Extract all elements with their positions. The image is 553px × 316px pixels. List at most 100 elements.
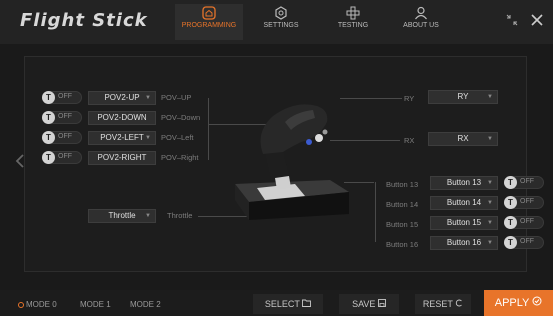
user-icon (415, 6, 427, 20)
chevron-down-icon: ▼ (487, 180, 493, 186)
dropdown-value: Button 16 (446, 238, 482, 247)
radio-selected-icon (18, 301, 24, 308)
mode-1-button[interactable]: MODE 1 (80, 300, 111, 309)
dropdown-value: POV2-LEFT (100, 133, 144, 142)
tab-settings-label: SETTINGS (263, 22, 299, 29)
dropdown-value: POV2-UP (104, 93, 140, 102)
toggle-button-15[interactable]: T OFF (504, 216, 544, 229)
button-13-select[interactable]: Button 13 ▼ (430, 176, 498, 190)
toggle-state: OFF (520, 238, 534, 245)
button-13-label: Button 13 (386, 180, 419, 189)
button-select-pov-up[interactable]: POV2-UP ▼ (88, 91, 156, 105)
ry-label: RY (404, 94, 415, 103)
tab-settings[interactable]: SETTINGS (253, 4, 309, 40)
select-label: SELECT (264, 299, 300, 309)
rx-label: RX (404, 136, 415, 145)
toggle-knob: T (504, 196, 517, 209)
folder-icon (302, 299, 312, 307)
restore-icon[interactable] (506, 14, 518, 26)
connector-line (208, 98, 209, 160)
mode-0-button[interactable]: MODE 0 (18, 300, 57, 309)
reset-button[interactable]: RESET (415, 294, 471, 314)
ry-select[interactable]: RY ▼ (428, 90, 498, 104)
dropdown-value: POV2-DOWN (97, 113, 147, 122)
apply-button[interactable]: APPLY (484, 290, 553, 316)
button-select-pov-right[interactable]: POV2-RIGHT (88, 151, 156, 165)
button-14-select[interactable]: Button 14 ▼ (430, 196, 498, 210)
tab-programming-label: PROGRAMMING (181, 22, 237, 29)
toggle-knob: T (504, 216, 517, 229)
toggle-button-13[interactable]: T OFF (504, 176, 544, 189)
chevron-left-icon[interactable] (14, 153, 26, 169)
toggle-knob: T (42, 91, 55, 104)
toggle-button-14[interactable]: T OFF (504, 196, 544, 209)
button-16-label: Button 16 (386, 240, 419, 249)
tab-about-us[interactable]: ABOUT US (393, 4, 449, 40)
chevron-down-icon: ▼ (487, 220, 493, 226)
dropdown-value: Button 14 (446, 198, 482, 207)
toggle-state: OFF (58, 153, 72, 160)
gamepad-icon (346, 6, 360, 20)
dropdown-value: POV2-RIGHT (97, 153, 147, 162)
toggle-knob: T (42, 111, 55, 124)
toggle-knob: T (42, 131, 55, 144)
header-bar: Flight Stick PROGRAMMING SETTINGS TESTIN… (0, 0, 553, 44)
pov-up-label: POV–UP (161, 93, 192, 102)
chevron-down-icon: ▼ (487, 136, 493, 142)
chevron-down-icon: ▼ (487, 200, 493, 206)
dropdown-value: RX (457, 134, 469, 143)
toggle-state: OFF (58, 133, 72, 140)
toggle-state: OFF (58, 93, 72, 100)
flight-stick-image (235, 104, 349, 220)
chevron-down-icon: ▼ (145, 135, 151, 141)
toggle-button-16[interactable]: T OFF (504, 236, 544, 249)
toggle-pov-left[interactable]: T OFF (42, 131, 82, 144)
close-icon[interactable] (530, 13, 544, 27)
button-select-pov-down[interactable]: POV2-DOWN (88, 111, 156, 125)
footer-bar: MODE 0 MODE 1 MODE 2 SELECT SAVE RESET A… (0, 290, 553, 316)
pov-left-label: POV–Left (161, 133, 194, 142)
pov-down-label: POV–Down (161, 113, 201, 122)
dropdown-value: Button 15 (446, 218, 482, 227)
toggle-state: OFF (520, 218, 534, 225)
toggle-knob: T (504, 176, 517, 189)
toggle-knob: T (42, 151, 55, 164)
button-16-select[interactable]: Button 16 ▼ (430, 236, 498, 250)
check-circle-icon (532, 296, 542, 306)
reset-label: RESET (422, 299, 453, 309)
mode-2-button[interactable]: MODE 2 (130, 300, 161, 309)
toggle-state: OFF (58, 113, 72, 120)
app-logo: Flight Stick (20, 10, 148, 31)
tab-testing[interactable]: TESTING (325, 4, 381, 40)
apply-label: APPLY (494, 297, 530, 309)
mode-0-label: MODE 0 (26, 300, 57, 309)
app-window: Flight Stick PROGRAMMING SETTINGS TESTIN… (0, 0, 553, 316)
save-button[interactable]: SAVE (339, 294, 399, 314)
gear-icon (275, 6, 287, 20)
mode-1-label: MODE 1 (80, 300, 111, 309)
pov-right-label: POV–Right (161, 153, 199, 162)
toggle-knob: T (504, 236, 517, 249)
toggle-pov-down[interactable]: T OFF (42, 111, 82, 124)
select-button[interactable]: SELECT (253, 294, 323, 314)
button-15-select[interactable]: Button 15 ▼ (430, 216, 498, 230)
mode-2-label: MODE 2 (130, 300, 161, 309)
button-14-label: Button 14 (386, 200, 419, 209)
tab-programming[interactable]: PROGRAMMING (175, 4, 243, 40)
button-select-pov-left[interactable]: POV2-LEFT ▼ (88, 131, 156, 145)
home-icon (202, 6, 216, 20)
throttle-select[interactable]: Throttle ▼ (88, 209, 156, 223)
tab-testing-label: TESTING (337, 22, 369, 29)
connector-line (375, 182, 376, 242)
rx-select[interactable]: RX ▼ (428, 132, 498, 146)
chevron-down-icon: ▼ (487, 94, 493, 100)
toggle-state: OFF (520, 198, 534, 205)
dropdown-value: Button 13 (446, 178, 482, 187)
chevron-down-icon: ▼ (145, 213, 151, 219)
toggle-state: OFF (520, 178, 534, 185)
toggle-pov-right[interactable]: T OFF (42, 151, 82, 164)
toggle-pov-up[interactable]: T OFF (42, 91, 82, 104)
reset-icon (456, 299, 463, 307)
dropdown-value: RY (457, 92, 469, 101)
save-label: SAVE (352, 299, 376, 309)
